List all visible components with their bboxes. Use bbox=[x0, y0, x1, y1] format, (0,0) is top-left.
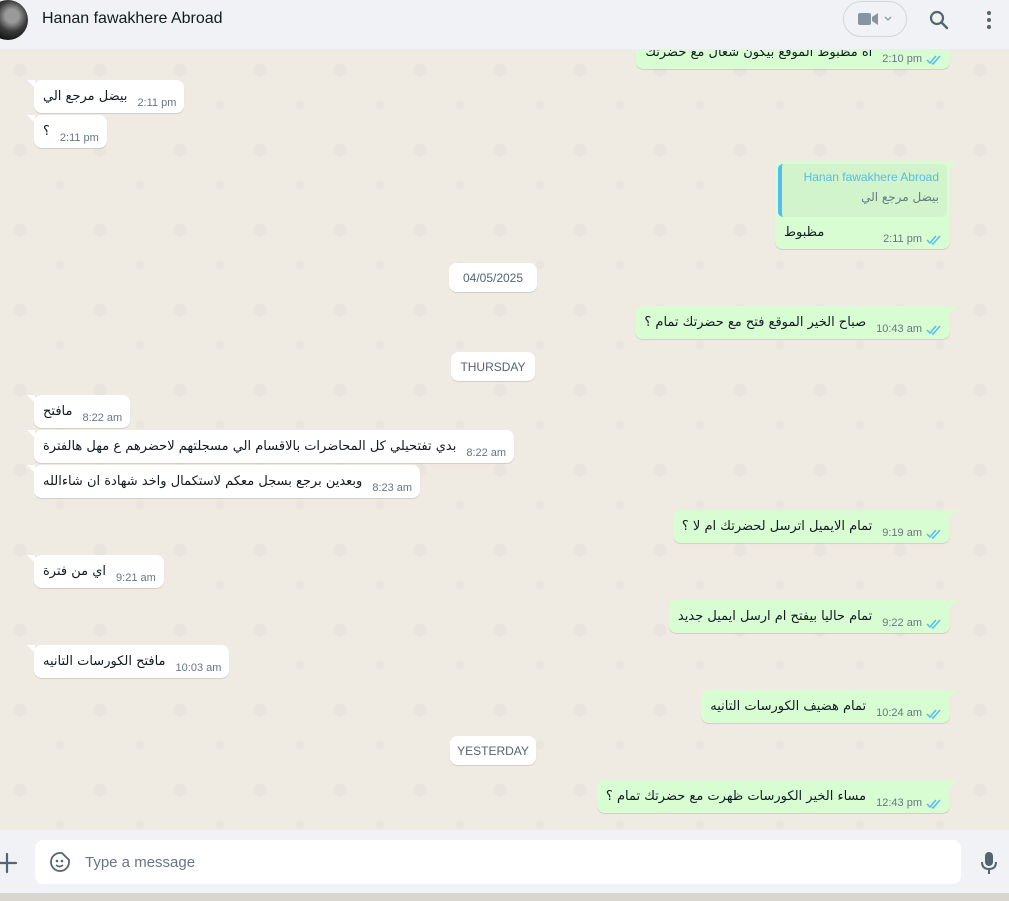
double-check-icon bbox=[926, 55, 941, 65]
message-text: مافتح bbox=[43, 404, 73, 419]
video-call-button[interactable] bbox=[843, 1, 907, 37]
message-time: 10:03 am bbox=[175, 662, 222, 674]
message-incoming[interactable]: اي من فترة 9:21 am bbox=[27, 555, 164, 588]
quoted-text: بيضل مرجع الي bbox=[861, 190, 939, 204]
message-incoming[interactable]: بيضل مرجع الي 2:11 pm bbox=[26, 80, 185, 113]
message-text: اي من فترة bbox=[43, 564, 107, 579]
message-time: 2:11 pm bbox=[137, 97, 177, 109]
message-text: بيضل مرجع الي bbox=[43, 89, 128, 104]
message-incoming[interactable]: مافتح الكورسات التانيه 10:03 am bbox=[26, 645, 230, 678]
double-check-icon bbox=[926, 799, 941, 809]
message-time: 10:43 am bbox=[876, 323, 922, 335]
chat-header: Hanan fawakhere Abroad bbox=[0, 0, 1009, 50]
double-check-icon bbox=[926, 325, 941, 335]
message-text: بدي تفتحيلي كل المحاضرات بالاقسام الي مس… bbox=[43, 439, 457, 454]
message-text: مظبوط bbox=[784, 224, 825, 240]
microphone-icon bbox=[981, 852, 997, 874]
message-time: 8:23 am bbox=[372, 482, 413, 494]
contact-name[interactable]: Hanan fawakhere Abroad bbox=[42, 10, 223, 28]
window-bottom-edge bbox=[0, 893, 1009, 901]
search-icon bbox=[929, 10, 949, 30]
message-time: 2:11 pm bbox=[883, 233, 922, 245]
message-time: 12:43 pm bbox=[876, 797, 922, 809]
message-text: تمام هضيف الكورسات التانيه bbox=[710, 699, 867, 714]
message-outgoing[interactable]: مساء الخير الكورسات ظهرت مع حضرتك تمام ؟… bbox=[596, 780, 958, 813]
message-incoming[interactable]: ؟ 2:11 pm bbox=[27, 115, 107, 148]
plus-icon bbox=[0, 852, 18, 874]
message-time: 8:22 am bbox=[466, 447, 507, 459]
message-list[interactable]: اه مظبوط الموقع بيكون شغال مع حضرتك 2:10… bbox=[0, 50, 1009, 830]
double-check-icon bbox=[926, 529, 941, 539]
video-call-icon bbox=[858, 13, 878, 25]
message-outgoing-reply[interactable]: Hanan fawakhere Abroad بيضل مرجع الي مظب… bbox=[775, 161, 957, 249]
double-check-icon bbox=[926, 709, 941, 719]
message-time: 9:22 am bbox=[882, 617, 922, 629]
message-text: مافتح الكورسات التانيه bbox=[43, 654, 166, 669]
message-text: اه مظبوط الموقع بيكون شغال مع حضرتك bbox=[645, 50, 873, 60]
message-text: ؟ bbox=[43, 124, 50, 139]
message-input-box[interactable] bbox=[35, 840, 961, 884]
message-outgoing[interactable]: تمام حاليا بيفتح ام ارسل ايميل جديد 9:22… bbox=[668, 600, 958, 633]
message-text: مساء الخير الكورسات ظهرت مع حضرتك تمام ؟ bbox=[605, 789, 867, 804]
chevron-down-icon bbox=[884, 16, 892, 21]
quoted-message[interactable]: Hanan fawakhere Abroad بيضل مرجع الي bbox=[778, 164, 947, 217]
composer bbox=[0, 830, 1009, 893]
sticker-icon bbox=[50, 852, 70, 872]
attach-button[interactable] bbox=[0, 852, 18, 874]
message-incoming[interactable]: مافتح 8:22 am bbox=[26, 395, 131, 428]
message-outgoing[interactable]: تمام هضيف الكورسات التانيه 10:24 am bbox=[701, 690, 957, 723]
date-separator: THURSDAY bbox=[451, 352, 535, 381]
search-button[interactable] bbox=[924, 5, 954, 35]
date-separator: 04/05/2025 bbox=[449, 263, 537, 292]
voice-message-button[interactable] bbox=[979, 851, 999, 875]
message-time: 8:22 am bbox=[82, 412, 123, 424]
date-separator: YESTERDAY bbox=[450, 736, 536, 765]
quoted-author: Hanan fawakhere Abroad bbox=[803, 170, 939, 184]
message-time: 9:21 am bbox=[116, 572, 156, 584]
sticker-button[interactable] bbox=[49, 851, 71, 873]
message-text: صباح الخير الموقع فتح مع حضرتك تمام ؟ bbox=[644, 315, 867, 330]
message-outgoing[interactable]: صباح الخير الموقع فتح مع حضرتك تمام ؟ 10… bbox=[635, 306, 957, 339]
message-text: تمام حاليا بيفتح ام ارسل ايميل جديد bbox=[677, 609, 873, 624]
message-incoming[interactable]: بدي تفتحيلي كل المحاضرات بالاقسام الي مس… bbox=[26, 430, 515, 463]
double-check-icon bbox=[926, 235, 941, 245]
message-time: 2:11 pm bbox=[59, 132, 99, 144]
message-time: 10:24 am bbox=[876, 707, 922, 719]
message-incoming[interactable]: وبعدين برجع بسجل معكم لاستكمال واخد شهاد… bbox=[26, 465, 421, 498]
message-text: تمام الايميل اترسل لحضرتك ام لا ؟ bbox=[681, 519, 873, 534]
message-input[interactable] bbox=[83, 852, 907, 872]
message-text: وبعدين برجع بسجل معكم لاستكمال واخد شهاد… bbox=[43, 474, 363, 489]
message-time: 9:19 am bbox=[882, 527, 922, 539]
double-check-icon bbox=[926, 619, 941, 629]
menu-icon bbox=[987, 11, 991, 29]
message-outgoing[interactable]: تمام الايميل اترسل لحضرتك ام لا ؟ 9:19 a… bbox=[672, 510, 958, 543]
message-outgoing[interactable]: اه مظبوط الموقع بيكون شغال مع حضرتك 2:10… bbox=[636, 50, 950, 69]
avatar[interactable] bbox=[0, 0, 28, 40]
message-time: 2:10 pm bbox=[882, 53, 922, 65]
menu-button[interactable] bbox=[974, 5, 1004, 35]
